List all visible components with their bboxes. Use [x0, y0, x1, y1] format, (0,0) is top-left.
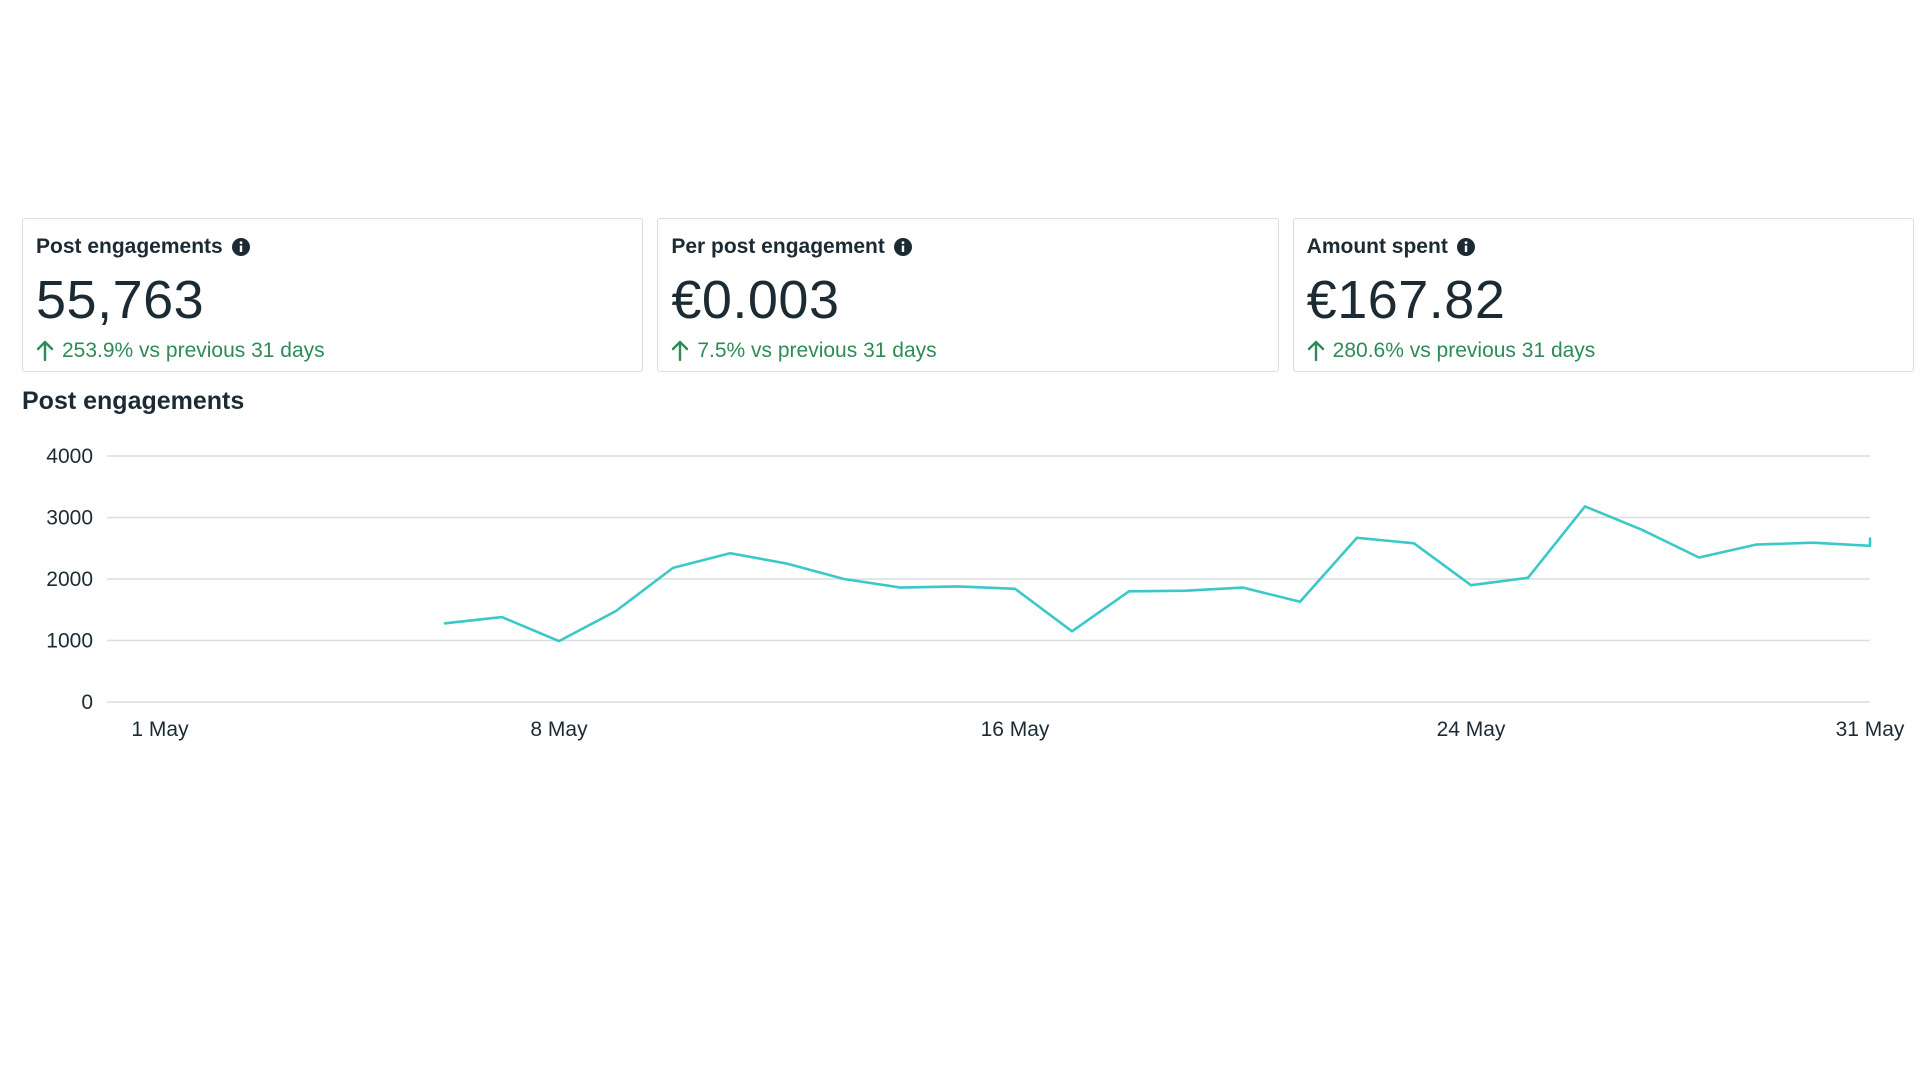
y-tick-label: 2000: [46, 568, 93, 591]
kpi-delta-text: 7.5% vs previous 31 days: [697, 339, 937, 362]
kpi-title: Per post engagement: [671, 233, 1264, 261]
grid: [107, 455, 1870, 703]
y-tick-label: 1000: [46, 630, 93, 653]
kpi-title-label: Per post engagement: [671, 235, 885, 258]
kpi-title: Amount spent: [1307, 233, 1900, 261]
kpi-title-label: Post engagements: [36, 235, 223, 258]
kpi-card-per-post-engagement: Per post engagement €0.003 7.5% vs previ…: [657, 218, 1279, 372]
y-tick-label: 4000: [46, 445, 93, 468]
arrow-up-icon: [1307, 340, 1325, 362]
y-axis-ticks: 0 1000 2000 3000 4000: [46, 445, 93, 714]
info-circle-icon[interactable]: [231, 237, 251, 257]
x-tick-label: 16 May: [981, 718, 1050, 741]
kpi-value: €167.82: [1306, 270, 1506, 330]
kpi-delta: 7.5% vs previous 31 days: [671, 339, 1264, 363]
x-tick-label: 8 May: [530, 718, 588, 741]
kpi-value: €0.003: [671, 270, 840, 330]
kpi-card-amount-spent: Amount spent €167.82 280.6% vs previous …: [1292, 218, 1914, 372]
kpi-cards: Post engagements 55,763 253.9% vs previo…: [22, 218, 1914, 372]
arrow-up-icon: [671, 340, 689, 362]
kpi-value: 55,763: [36, 270, 205, 330]
kpi-delta: 280.6% vs previous 31 days: [1307, 339, 1900, 363]
series-line[interactable]: [443, 505, 1872, 643]
info-circle-icon[interactable]: [893, 237, 913, 257]
line-chart: 0 1000 2000 3000 4000 1 May 8 May 16 May 24 May…: [46, 445, 1905, 741]
kpi-delta: 253.9% vs previous 31 days: [36, 339, 629, 363]
x-tick-label: 1 May: [131, 718, 189, 741]
x-axis-ticks: 1 May 8 May 16 May 24 May 31 May: [131, 718, 1905, 741]
x-tick-label: 31 May: [1836, 718, 1905, 741]
kpi-delta-text: 253.9% vs previous 31 days: [62, 339, 325, 362]
kpi-card-post-engagements: Post engagements 55,763 253.9% vs previo…: [22, 218, 644, 372]
arrow-up-icon: [36, 340, 54, 362]
series: [443, 505, 1872, 643]
kpi-title-label: Amount spent: [1306, 235, 1448, 258]
kpi-title: Post engagements: [36, 233, 629, 261]
y-tick-label: 0: [81, 691, 93, 714]
info-circle-icon[interactable]: [1456, 237, 1476, 257]
chart-title: Post engagements: [22, 387, 245, 415]
kpi-delta-text: 280.6% vs previous 31 days: [1332, 339, 1596, 362]
x-tick-label: 24 May: [1437, 718, 1506, 741]
y-tick-label: 3000: [46, 507, 93, 530]
